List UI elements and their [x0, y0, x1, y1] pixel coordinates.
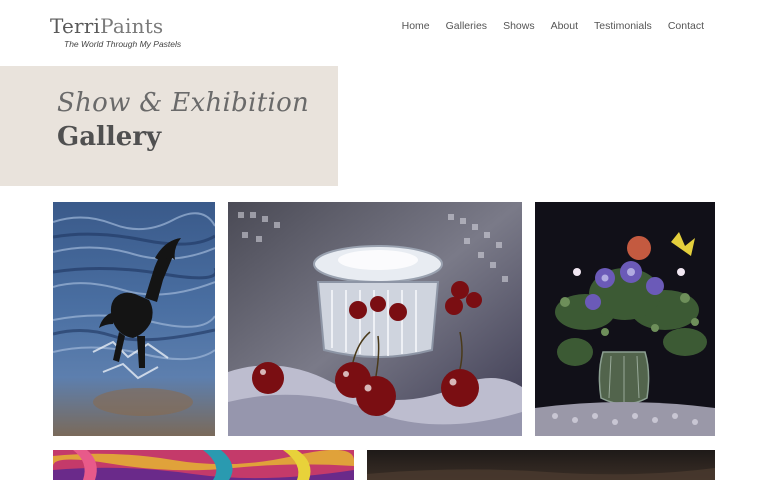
gallery-image-horse[interactable]: [53, 202, 215, 436]
nav-home[interactable]: Home: [402, 20, 430, 32]
hero-title-line1: Show & Exhibition: [57, 88, 310, 118]
flowers-painting-image: [535, 202, 715, 436]
nav-about[interactable]: About: [551, 20, 578, 32]
gallery-image-flowers[interactable]: [535, 202, 715, 436]
nav-testimonials[interactable]: Testimonials: [594, 20, 652, 32]
fabric-painting-image: [53, 450, 354, 480]
dark-landscape-painting-image: [367, 450, 715, 480]
nav-galleries[interactable]: Galleries: [446, 20, 487, 32]
gallery-image-fabric[interactable]: [53, 450, 354, 480]
nav-shows[interactable]: Shows: [503, 20, 535, 32]
page-hero: Show & Exhibition Gallery: [0, 66, 338, 186]
main-nav: Home Galleries Shows About Testimonials …: [386, 20, 704, 32]
site-tagline: The World Through My Pastels: [64, 39, 182, 49]
gallery-image-dark-landscape[interactable]: [367, 450, 715, 480]
logo-part-terri: Terri: [50, 14, 101, 38]
hero-title-line2: Gallery: [57, 122, 162, 152]
logo-part-paints: Paints: [100, 14, 164, 38]
nav-contact[interactable]: Contact: [668, 20, 704, 32]
horse-painting-image: [53, 202, 215, 436]
crystal-cherries-painting-image: [228, 202, 522, 436]
gallery-image-crystal-cherries[interactable]: [228, 202, 522, 436]
logo-wordmark[interactable]: TerriPaints: [50, 14, 181, 38]
site-logo[interactable]: TerriPaints The World Through My Pastels: [50, 14, 181, 49]
